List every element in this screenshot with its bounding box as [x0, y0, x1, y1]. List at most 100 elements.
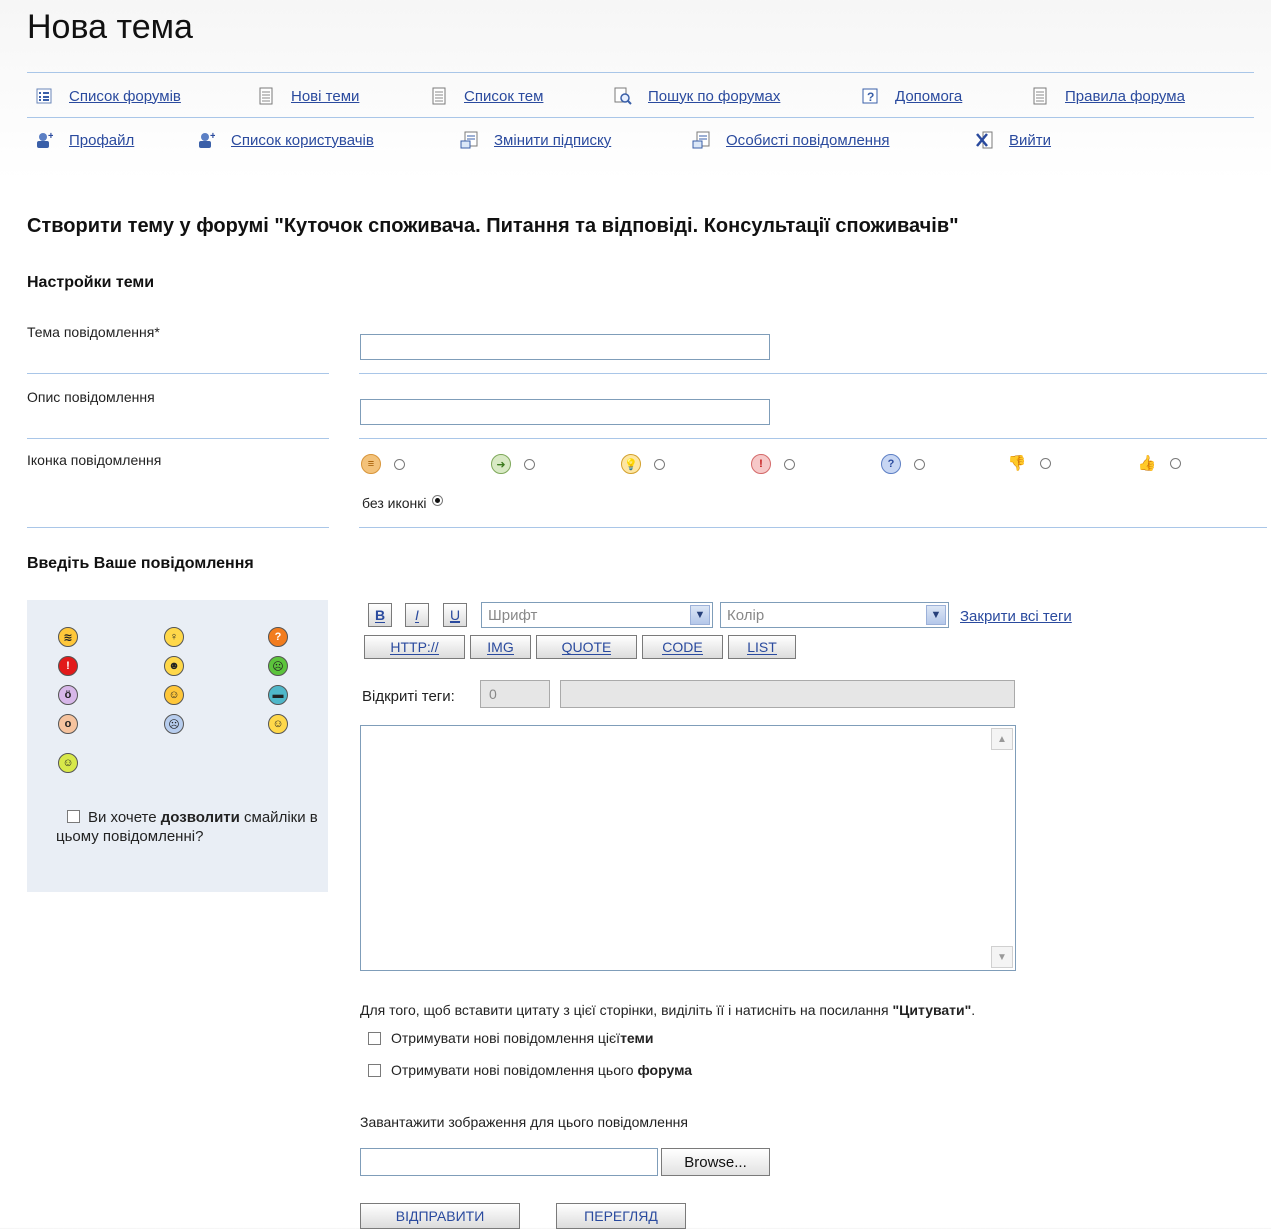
settings-heading: Настройки теми [27, 274, 155, 291]
icon-radio[interactable] [654, 458, 665, 470]
file-path-input[interactable] [360, 1148, 658, 1176]
browse-button[interactable]: Browse... [661, 1148, 770, 1176]
bold-button[interactable]: B [368, 603, 392, 627]
preview-button[interactable]: ПЕРЕГЛЯД [556, 1203, 686, 1229]
icon-radio[interactable] [784, 458, 795, 470]
divider [359, 438, 1267, 439]
smiley-kiss-icon[interactable]: ☺ [164, 685, 184, 705]
notify-topic-bold: теми [620, 1030, 654, 1046]
quote-button[interactable]: QUOTE [536, 635, 637, 659]
nav-link-search[interactable]: Пошук по форумах [648, 88, 780, 105]
no-icon-label: без иконкі [362, 495, 427, 511]
color-select[interactable]: Колір ▼ [720, 602, 949, 628]
subject-input[interactable] [360, 334, 770, 360]
nav-link-topic-list[interactable]: Список тем [464, 88, 543, 105]
nav-item-change-subscription[interactable]: Змінити підписку [460, 125, 611, 155]
icon-radio[interactable] [1170, 457, 1181, 469]
http-button[interactable]: HTTP:// [364, 635, 465, 659]
search-icon [614, 87, 632, 105]
font-select-value: Шрифт [488, 606, 538, 624]
icon-option-thumbs-down[interactable]: 👎 [1008, 454, 1051, 472]
italic-button[interactable]: I [405, 603, 429, 627]
nav-item-user-list[interactable]: + Список користувачів [197, 125, 374, 155]
message-heading: Введіть Ваше повідомлення [27, 555, 254, 572]
icon-radio[interactable] [914, 458, 925, 470]
smiley-shocked-icon[interactable]: ö [58, 685, 78, 705]
code-button[interactable]: CODE [642, 635, 723, 659]
close-all-tags-link[interactable]: Закрити всі теги [960, 608, 1072, 625]
nav-item-logout[interactable]: Вийти [975, 125, 1051, 155]
document-icon [430, 87, 448, 105]
scroll-up-icon[interactable]: ▲ [991, 728, 1013, 750]
nav-link-private-messages[interactable]: Особисті повідомлення [726, 132, 889, 149]
allow-smilies-checkbox[interactable] [67, 810, 80, 824]
nav-link-rules[interactable]: Правила форума [1065, 88, 1185, 105]
smiley-smile-icon[interactable]: ☺ [268, 714, 288, 734]
icon-radio[interactable] [394, 458, 405, 470]
nav-item-help[interactable]: ? Допомога [861, 81, 962, 111]
nav-link-change-subscription[interactable]: Змінити підписку [494, 132, 611, 149]
list-button[interactable]: LIST [728, 635, 796, 659]
preview-label: ПЕРЕГЛЯД [584, 1208, 658, 1224]
notify-topic-checkbox[interactable] [368, 1031, 381, 1045]
smiley-lightbulb-icon[interactable]: ♀ [164, 627, 184, 647]
icon-option-question[interactable]: ? [881, 454, 925, 474]
notify-forum-option[interactable]: Отримувати нові повідомлення цього форум… [368, 1062, 692, 1078]
icon-option-thumbs-up[interactable]: 👍 [1138, 454, 1181, 472]
smilies-question-bold: дозволити [160, 809, 240, 826]
icon-radio[interactable] [1040, 457, 1051, 469]
submit-label: ВІДПРАВИТИ [395, 1208, 485, 1224]
message-textarea[interactable]: ▲ ▼ [360, 725, 1016, 971]
svg-text:+: + [48, 131, 53, 142]
upload-label: Завантажити зображення для цього повідом… [360, 1114, 688, 1130]
icon-radio[interactable] [524, 458, 535, 470]
icon-option-arrow[interactable]: ➜ [491, 454, 535, 474]
nav-item-new-topics[interactable]: Нові теми [257, 81, 359, 111]
smiley-surprised-icon[interactable]: o [58, 714, 78, 734]
description-input[interactable] [360, 399, 770, 425]
notify-topic-option[interactable]: Отримувати нові повідомлення цієї теми [368, 1030, 654, 1046]
nav-link-profile[interactable]: Профайл [69, 132, 134, 149]
subscription-icon [460, 131, 478, 149]
smiley-tongue-icon[interactable]: ☻ [164, 656, 184, 676]
nav-item-profile[interactable]: + Профайл [35, 125, 134, 155]
icon-option-document[interactable]: ≡ [361, 454, 405, 474]
submit-button[interactable]: ВІДПРАВИТИ [360, 1203, 520, 1229]
img-button[interactable]: IMG [470, 635, 531, 659]
question-icon: ? [881, 454, 901, 474]
divider [359, 527, 1267, 528]
nav-link-user-list[interactable]: Список користувачів [231, 132, 374, 149]
nav-item-private-messages[interactable]: Особисті повідомлення [692, 125, 889, 155]
notify-forum-checkbox[interactable] [368, 1063, 381, 1077]
icon-option-lightbulb[interactable]: 💡 [621, 454, 665, 474]
smiley-grin-icon[interactable]: ≋ [58, 627, 78, 647]
font-select[interactable]: Шрифт ▼ [481, 602, 713, 628]
underline-button[interactable]: U [443, 603, 467, 627]
scroll-down-icon[interactable]: ▼ [991, 946, 1013, 968]
smilies-question: Ви хочете дозволити смайліки в цьому пов… [56, 808, 326, 846]
smiley-question-icon[interactable]: ? [268, 627, 288, 647]
nav-link-logout[interactable]: Вийти [1009, 132, 1051, 149]
nav-item-forum-list[interactable]: Список форумів [35, 81, 181, 111]
thumbs-up-icon: 👍 [1137, 455, 1157, 472]
smiley-wink-icon[interactable]: ☺ [58, 753, 78, 773]
nav-item-search[interactable]: Пошук по форумах [614, 81, 780, 111]
quote-note-bold: "Цитувати" [892, 1002, 972, 1018]
form-heading: Створити тему у форумі "Куточок споживач… [27, 215, 959, 237]
nav-item-rules[interactable]: Правила форума [1031, 81, 1185, 111]
nav-item-topic-list[interactable]: Список тем [430, 81, 543, 111]
open-tags-list [560, 680, 1015, 708]
nav-link-new-topics[interactable]: Нові теми [291, 88, 359, 105]
no-icon-radio[interactable] [431, 494, 443, 506]
smiley-exclamation-icon[interactable]: ! [58, 656, 78, 676]
divider [27, 438, 329, 439]
icon-option-exclamation[interactable]: ! [751, 454, 795, 474]
users-icon: + [197, 131, 215, 149]
nav-link-help[interactable]: Допомога [895, 88, 962, 105]
nav-divider-top [27, 72, 1254, 73]
icon-option-none[interactable]: без иконкі [362, 494, 443, 511]
smiley-cool-icon[interactable]: ▬ [268, 685, 288, 705]
smiley-sad-icon[interactable]: ☹ [164, 714, 184, 734]
smiley-sick-icon[interactable]: ☹ [268, 656, 288, 676]
nav-link-forum-list[interactable]: Список форумів [69, 88, 181, 105]
